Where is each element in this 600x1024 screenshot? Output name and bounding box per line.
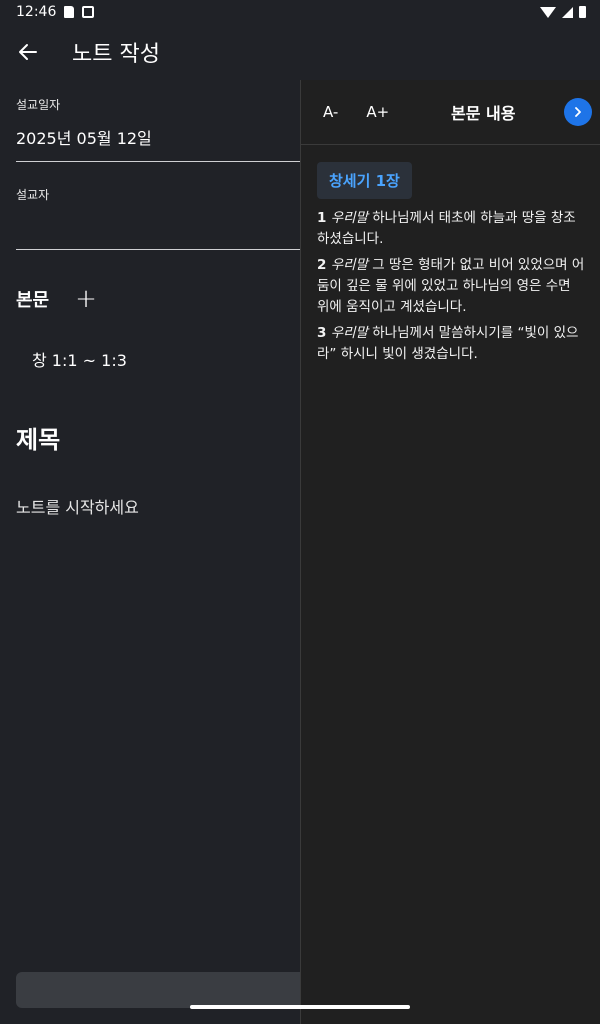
preacher-field[interactable]: 설교자 (16, 186, 300, 250)
font-increase-button[interactable]: A+ (366, 103, 389, 121)
chapter-chip: 창세기 1장 (317, 162, 412, 199)
verse-list: 1 우리말 하나님께서 태초에 하늘과 땅을 창조하셨습니다. 2 우리말 그 … (317, 208, 585, 370)
status-bar: 12:46 (0, 0, 600, 24)
title-heading[interactable]: 제목 (16, 420, 60, 455)
wifi-icon (540, 6, 556, 18)
verse-item: 2 우리말 그 땅은 형태가 없고 비어 있었으며 어둠이 깊은 물 위에 있었… (317, 255, 585, 318)
status-time: 12:46 (16, 4, 57, 20)
preacher-label: 설교자 (16, 188, 50, 202)
page-title: 노트 작성 (72, 42, 160, 67)
sd-card-icon (64, 6, 75, 18)
next-button[interactable] (564, 98, 592, 126)
verse-item: 1 우리말 하나님께서 태초에 하늘과 땅을 창조하셨습니다. (317, 208, 585, 250)
signal-icon (562, 6, 573, 18)
arrow-back-icon (19, 44, 37, 60)
save-button[interactable]: 저 (16, 972, 316, 1008)
battery-icon (579, 6, 586, 18)
verse-number: 2 (317, 257, 327, 273)
panel-title: 본문 내용 (451, 104, 516, 123)
date-field[interactable]: 설교일자 2025년 05월 12일 (16, 96, 300, 162)
verse-version: 우리말 (330, 210, 368, 226)
verse-number: 3 (317, 325, 327, 341)
font-decrease-button[interactable]: A- (323, 103, 338, 121)
date-label: 설교일자 (16, 98, 61, 112)
verse-version: 우리말 (330, 325, 368, 341)
screenshot-icon (82, 6, 95, 18)
panel-header: A- A+ 본문 내용 (301, 80, 600, 145)
verse-version: 우리말 (330, 257, 368, 273)
chevron-right-icon (575, 107, 581, 117)
verse-number: 1 (317, 210, 327, 226)
date-value: 2025년 05월 12일 (16, 129, 152, 148)
verse-item: 3 우리말 하나님께서 말씀하시기를 “빛이 있으라” 하시니 빛이 생겼습니다… (317, 323, 585, 365)
scripture-panel: A- A+ 본문 내용 창세기 1장 1 우리말 하나님께서 태초에 하늘과 땅… (300, 80, 600, 1024)
scripture-row: 본문 + (16, 286, 97, 312)
home-indicator[interactable] (190, 1005, 410, 1009)
note-form: 설교일자 2025년 05월 12일 설교자 본문 + 창 1:1 ~ 1:3 … (0, 80, 316, 1024)
app-bar: 노트 작성 (0, 24, 600, 80)
scripture-label: 본문 (16, 290, 50, 311)
plus-icon[interactable]: + (75, 286, 97, 312)
scripture-reference[interactable]: 창 1:1 ~ 1:3 (32, 347, 127, 371)
back-button[interactable] (0, 24, 56, 80)
note-input[interactable]: 노트를 시작하세요 (16, 494, 139, 518)
